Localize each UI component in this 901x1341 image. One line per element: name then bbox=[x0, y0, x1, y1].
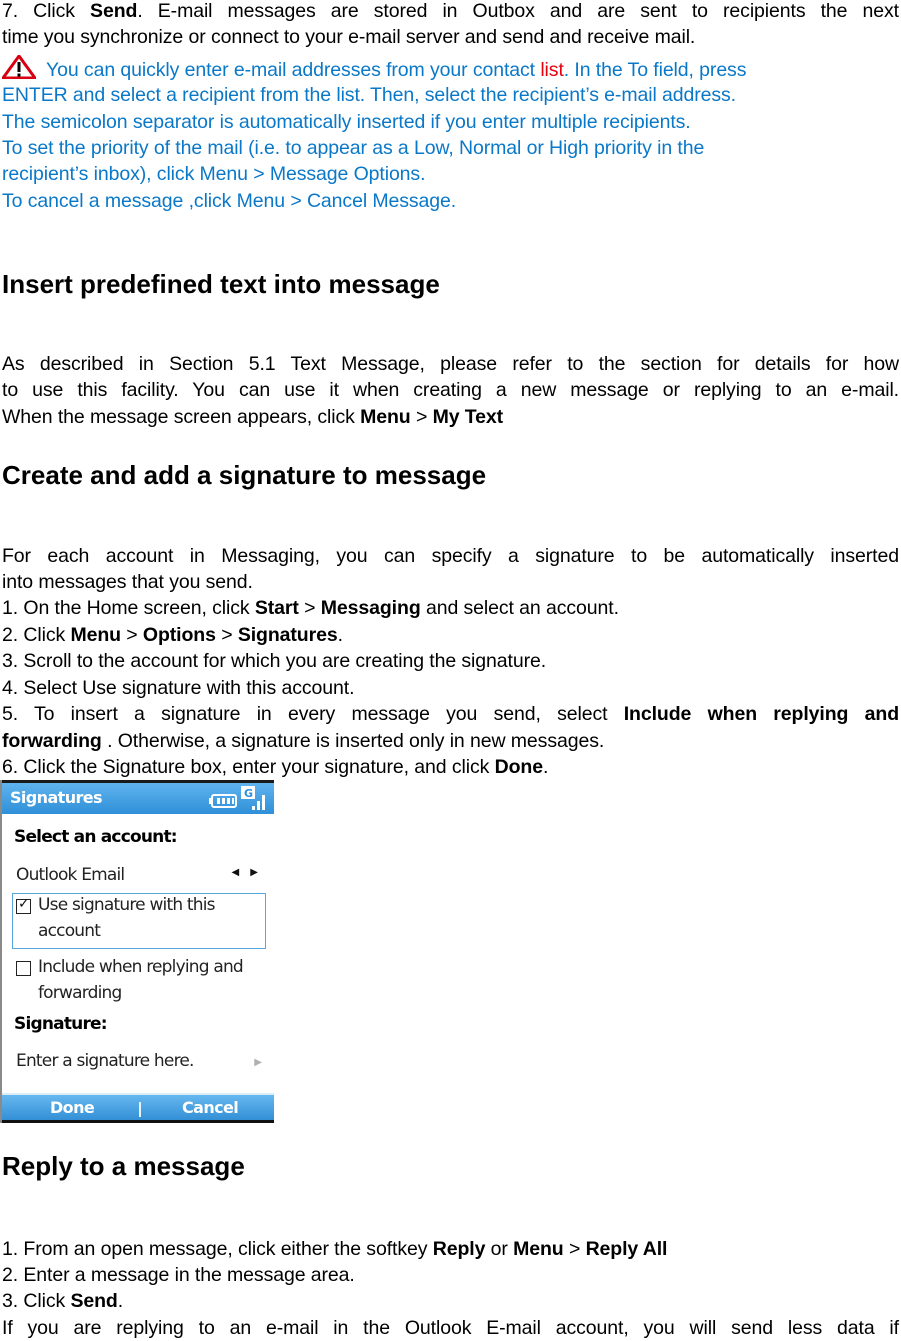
text: 1. From an open message, click either th… bbox=[2, 1238, 433, 1260]
signature-step-5-line-1: 5. To insert a signature in every messag… bbox=[2, 701, 899, 727]
done-bold: Done bbox=[494, 756, 543, 778]
cancel-softkey[interactable]: Cancel bbox=[182, 1098, 239, 1117]
text: . Otherwise, a signature is inserted onl… bbox=[101, 730, 605, 752]
step-7-line-2: time you synchronize or connect to your … bbox=[2, 26, 696, 48]
text: 3. Click bbox=[2, 1290, 71, 1312]
include-bold: Include when replying and bbox=[623, 703, 899, 725]
predefined-line-1: As described in Section 5.1 Text Message… bbox=[2, 353, 899, 375]
text: > bbox=[410, 406, 433, 428]
include-replying-label-1: Include when replying and bbox=[38, 957, 244, 977]
use-signature-label-1: Use signature with this bbox=[38, 895, 216, 915]
account-arrows-icon[interactable]: ◀ ▶ bbox=[231, 867, 262, 878]
menu-bold: Menu bbox=[70, 624, 121, 646]
text: > bbox=[563, 1238, 586, 1260]
text: 7. Click bbox=[2, 0, 91, 22]
heading-reply-to-message: Reply to a message bbox=[2, 1151, 245, 1181]
text: 2. Click bbox=[2, 624, 71, 646]
phone-title-bar: Signatures G bbox=[2, 780, 274, 814]
text: You can quickly enter e-mail addresses f… bbox=[46, 59, 541, 81]
softkey-shadow bbox=[2, 1120, 274, 1123]
note-line-5: recipient’s inbox), click Menu > Message… bbox=[2, 163, 426, 185]
text: > bbox=[120, 624, 143, 646]
signature-step-1: 1. On the Home screen, click Start > Mes… bbox=[2, 595, 619, 621]
softkey-divider bbox=[139, 1102, 141, 1117]
text: . In the To field, press bbox=[563, 59, 747, 81]
text: . bbox=[542, 756, 549, 778]
start-bold: Start bbox=[254, 597, 299, 619]
text: . bbox=[117, 1290, 124, 1312]
forwarding-bold: forwarding bbox=[2, 730, 102, 752]
reply-bold: Reply bbox=[432, 1238, 486, 1260]
signature-step-3: 3. Scroll to the account for which you a… bbox=[2, 650, 547, 672]
select-account-label: Select an account: bbox=[14, 827, 178, 847]
text: 6. Click the Signature box, enter your s… bbox=[2, 756, 495, 778]
reply-step-1: 1. From an open message, click either th… bbox=[2, 1236, 667, 1262]
text: 1. On the Home screen, click bbox=[2, 597, 255, 619]
include-replying-label-2: forwarding bbox=[38, 983, 122, 1003]
text: 5. To insert a signature in every messag… bbox=[2, 703, 624, 725]
signature-step-4: 4. Select Use signature with this accoun… bbox=[2, 677, 355, 699]
reply-step-2: 2. Enter a message in the message area. bbox=[2, 1264, 355, 1286]
chevron-right-icon: ▶ bbox=[254, 1057, 262, 1068]
messaging-bold: Messaging bbox=[320, 597, 421, 619]
signature-input[interactable]: Enter a signature here. bbox=[16, 1048, 194, 1074]
checkmark-icon: ✓ bbox=[18, 896, 30, 912]
heading-create-signature: Create and add a signature to message bbox=[2, 460, 487, 490]
text: and select an account. bbox=[420, 597, 619, 619]
text: . E-mail messages are stored in Outbox a… bbox=[137, 0, 899, 22]
done-softkey[interactable]: Done bbox=[50, 1098, 95, 1117]
gprs-icon: G bbox=[241, 786, 255, 800]
note-line-4: To set the priority of the mail (i.e. to… bbox=[2, 137, 705, 159]
phone-title: Signatures bbox=[10, 788, 103, 807]
reply-paragraph: If you are replying to an e-mail in the … bbox=[2, 1317, 899, 1339]
reply-all-bold: Reply All bbox=[585, 1238, 668, 1260]
heading-insert-predefined-text: Insert predefined text into message bbox=[2, 269, 440, 299]
signatures-bold: Signatures bbox=[237, 624, 338, 646]
softkey-bar: Done Cancel bbox=[2, 1093, 274, 1123]
phone-signatures-screenshot: Signatures G Select an account: Outlook … bbox=[0, 780, 274, 1123]
text: When the message screen appears, click bbox=[2, 406, 361, 428]
my-text-bold: My Text bbox=[432, 406, 504, 428]
predefined-line-2: to use this facility. You can use it whe… bbox=[2, 379, 899, 401]
battery-icon bbox=[209, 794, 237, 808]
svg-text:G: G bbox=[244, 787, 253, 800]
signature-intro-2: into messages that you send. bbox=[2, 571, 253, 593]
predefined-line-3: When the message screen appears, click M… bbox=[2, 404, 503, 430]
use-signature-label-2: account bbox=[38, 921, 101, 941]
send-bold: Send bbox=[90, 0, 138, 22]
text: > bbox=[215, 624, 238, 646]
use-signature-checkbox[interactable]: ✓ bbox=[16, 896, 31, 914]
note-line-6: To cancel a message ,click Menu > Cancel… bbox=[2, 190, 457, 212]
contact-list-link[interactable]: list bbox=[540, 59, 564, 81]
text: . bbox=[337, 624, 343, 646]
options-bold: Options bbox=[142, 624, 216, 646]
send-bold: Send bbox=[70, 1290, 118, 1312]
signature-label: Signature: bbox=[14, 1014, 108, 1034]
signature-step-6: 6. Click the Signature box, enter your s… bbox=[2, 754, 548, 780]
text: > bbox=[298, 597, 321, 619]
menu-bold: Menu bbox=[360, 406, 411, 428]
note-line-2: ENTER and select a recipient from the li… bbox=[2, 84, 736, 106]
signature-intro-1: For each account in Messaging, you can s… bbox=[2, 545, 899, 567]
account-selector[interactable]: Outlook Email bbox=[16, 862, 125, 888]
signature-step-5-line-2: forwarding . Otherwise, a signature is i… bbox=[2, 728, 604, 754]
menu-bold: Menu bbox=[513, 1238, 564, 1260]
status-icons: G bbox=[208, 786, 270, 816]
reply-step-3: 3. Click Send. bbox=[2, 1288, 123, 1314]
text: or bbox=[485, 1238, 514, 1260]
signature-step-2: 2. Click Menu > Options > Signatures. bbox=[2, 622, 343, 648]
step-7-line-1: 7. Click Send. E-mail messages are store… bbox=[2, 0, 899, 24]
include-replying-checkbox[interactable] bbox=[16, 961, 31, 976]
note-line-3: The semicolon separator is automatically… bbox=[2, 111, 691, 133]
